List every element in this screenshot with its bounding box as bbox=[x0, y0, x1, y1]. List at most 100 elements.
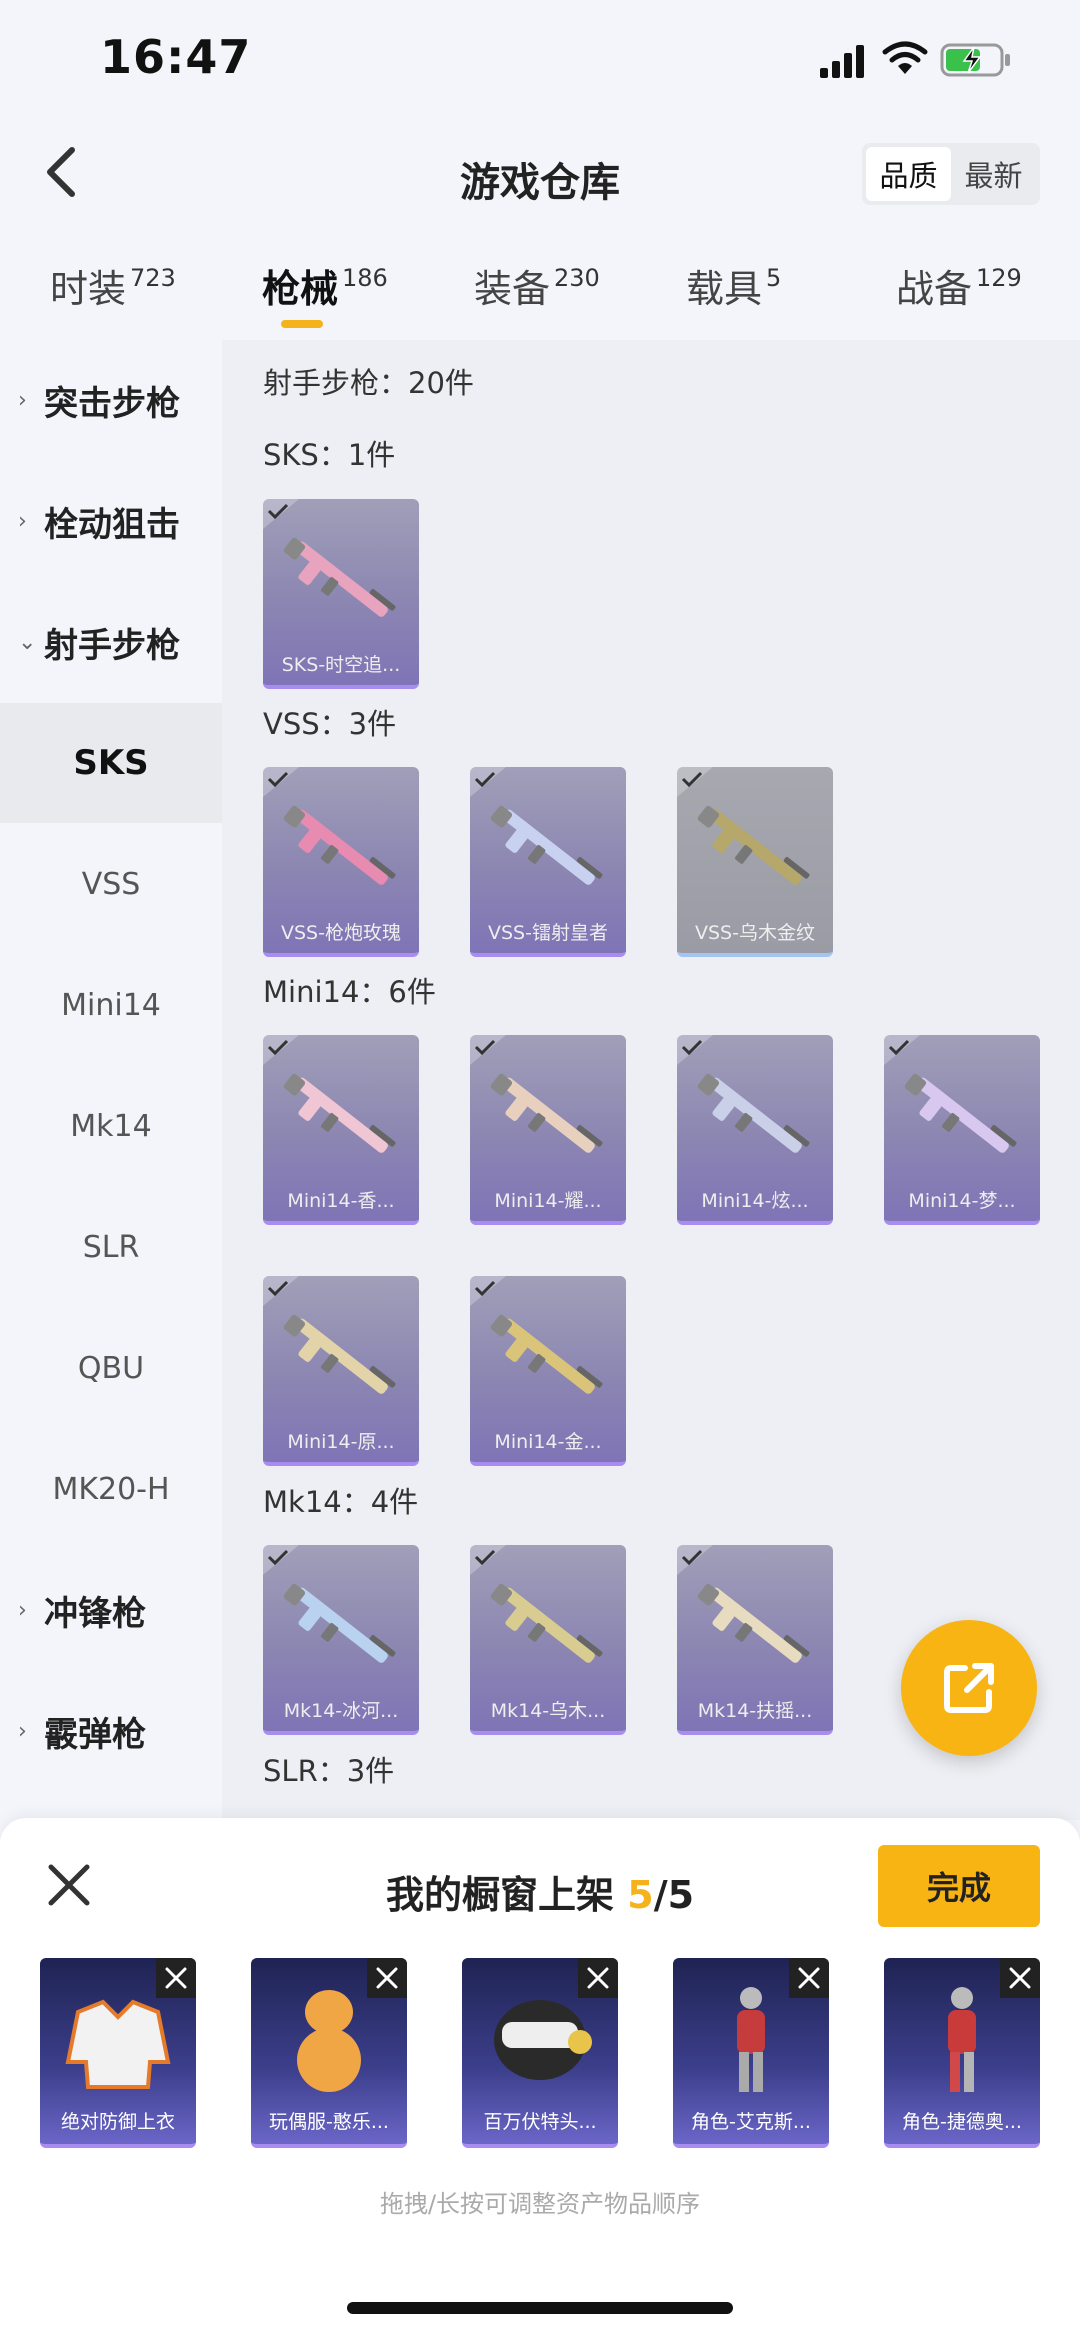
item-card[interactable]: Mk14-冰河... bbox=[263, 1545, 419, 1735]
sidebar-group-marksman-rifle[interactable]: ⌄ 射手步枪 bbox=[0, 582, 222, 702]
sidebar-group-assault-rifle[interactable]: › 突击步枪 bbox=[0, 340, 222, 460]
item-card[interactable]: Mk14-乌木... bbox=[470, 1545, 626, 1735]
showcase-item[interactable]: 百万伏特头... bbox=[462, 1958, 618, 2148]
sidebar-group-label: 栓动狙击 bbox=[44, 504, 180, 545]
remove-item-button[interactable] bbox=[1000, 1958, 1040, 1998]
share-fab-button[interactable] bbox=[901, 1620, 1037, 1756]
rifle-icon bbox=[283, 1314, 396, 1394]
sidebar-item-mini14[interactable]: Mini14 bbox=[0, 945, 222, 1065]
showcase-count: 5 bbox=[627, 1873, 654, 1917]
item-card[interactable]: Mini14-梦... bbox=[884, 1035, 1040, 1225]
item-name: Mk14-乌木... bbox=[490, 1700, 606, 1722]
section-label-mini14: Mini14：6件 bbox=[263, 975, 436, 1009]
sidebar-group-label: 霰弹枪 bbox=[44, 1714, 146, 1755]
tab-label: 载具 bbox=[686, 267, 763, 311]
item-thumbnail bbox=[494, 2000, 592, 2080]
item-name: VSS-镭射皇者 bbox=[488, 922, 608, 944]
rifle-icon bbox=[697, 805, 810, 885]
showcase-item[interactable]: 角色-捷德奥... bbox=[884, 1958, 1040, 2148]
wifi-icon bbox=[882, 41, 928, 74]
sidebar-group-shotgun[interactable]: › 霰弹枪 bbox=[0, 1671, 222, 1791]
item-card[interactable]: VSS-枪炮玫瑰 bbox=[263, 767, 419, 957]
item-thumbnail bbox=[297, 1990, 361, 2092]
item-card[interactable]: Mini14-耀... bbox=[470, 1035, 626, 1225]
section-label-slr: SLR：3件 bbox=[263, 1754, 395, 1788]
rifle-icon bbox=[697, 1583, 810, 1663]
showcase-item-name: 角色-艾克斯... bbox=[691, 2111, 811, 2133]
section-label-mk14: Mk14：4件 bbox=[263, 1485, 419, 1519]
sidebar-item-qbu[interactable]: QBU bbox=[0, 1308, 222, 1428]
sort-newest-button[interactable]: 最新 bbox=[951, 147, 1036, 201]
item-name: Mini14-香... bbox=[287, 1190, 395, 1212]
sidebar-item-vss[interactable]: VSS bbox=[0, 824, 222, 944]
item-card[interactable]: VSS-镭射皇者 bbox=[470, 767, 626, 957]
item-name: Mini14-原... bbox=[287, 1431, 395, 1453]
showcase-item-name: 玩偶服-憨乐... bbox=[269, 2111, 389, 2133]
sidebar-item-mk14[interactable]: Mk14 bbox=[0, 1066, 222, 1186]
item-card[interactable]: Mk14-扶摇... bbox=[677, 1545, 833, 1735]
rifle-icon bbox=[283, 537, 396, 617]
sidebar-group-bolt-sniper[interactable]: › 栓动狙击 bbox=[0, 461, 222, 581]
status-time: 16:47 bbox=[100, 30, 252, 84]
chevron-right-icon: › bbox=[18, 508, 27, 534]
tab-firearms[interactable]: 枪械 186 bbox=[262, 258, 388, 313]
active-tab-indicator bbox=[281, 320, 323, 328]
tab-label: 时装 bbox=[50, 267, 127, 311]
done-button[interactable]: 完成 bbox=[878, 1845, 1040, 1927]
rifle-icon bbox=[283, 1073, 396, 1153]
item-card[interactable]: Mini14-香... bbox=[263, 1035, 419, 1225]
close-icon bbox=[1009, 1967, 1031, 1989]
tab-count: 129 bbox=[976, 264, 1022, 292]
tab-vehicles[interactable]: 载具 5 bbox=[686, 258, 781, 313]
item-card[interactable]: Mini14-炫... bbox=[677, 1035, 833, 1225]
showcase-item-name: 角色-捷德奥... bbox=[902, 2111, 1022, 2133]
app-root: 16:47 游戏仓库 品质 最新 时装 723 枪械 186 装备 230 载具 5 bbox=[0, 0, 1080, 2337]
showcase-item[interactable]: 绝对防御上衣 bbox=[40, 1958, 196, 2148]
tab-battle-gear[interactable]: 战备 129 bbox=[896, 258, 1022, 313]
rifle-icon bbox=[490, 1583, 603, 1663]
battery-icon bbox=[940, 43, 1010, 77]
remove-item-button[interactable] bbox=[367, 1958, 407, 1998]
item-card[interactable]: Mini14-原... bbox=[263, 1276, 419, 1466]
section-label-sks: SKS：1件 bbox=[263, 438, 396, 472]
item-card[interactable]: SKS-时空追... bbox=[263, 499, 419, 689]
sort-quality-button[interactable]: 品质 bbox=[866, 147, 951, 201]
tab-label: 枪械 bbox=[262, 267, 339, 311]
sidebar-group-label: 冲锋枪 bbox=[44, 1593, 146, 1634]
sidebar-group-label: 突击步枪 bbox=[44, 383, 180, 424]
showcase-item[interactable]: 玩偶服-憨乐... bbox=[251, 1958, 407, 2148]
external-link-icon bbox=[944, 1663, 994, 1713]
category-summary: 射手步枪：20件 bbox=[263, 366, 474, 400]
tab-label: 装备 bbox=[474, 267, 551, 311]
close-icon bbox=[798, 1967, 820, 1989]
rifle-icon bbox=[490, 1314, 603, 1394]
remove-item-button[interactable] bbox=[156, 1958, 196, 1998]
rifle-icon bbox=[490, 805, 603, 885]
remove-item-button[interactable] bbox=[789, 1958, 829, 1998]
signal-icon bbox=[820, 45, 864, 78]
tab-count: 186 bbox=[342, 264, 388, 292]
item-name: VSS-乌木金纹 bbox=[695, 922, 815, 944]
item-card[interactable]: VSS-乌木金纹 bbox=[677, 767, 833, 957]
item-card[interactable]: Mini14-金... bbox=[470, 1276, 626, 1466]
sidebar-item-sks[interactable]: SKS bbox=[0, 703, 222, 823]
remove-item-button[interactable] bbox=[578, 1958, 618, 1998]
item-thumbnail bbox=[948, 1987, 976, 2092]
item-name: Mk14-冰河... bbox=[283, 1700, 399, 1722]
home-indicator bbox=[347, 2302, 733, 2314]
item-thumbnail bbox=[65, 1999, 171, 2089]
chevron-right-icon: › bbox=[18, 1718, 27, 1744]
rifle-icon bbox=[697, 1073, 810, 1153]
section-label-vss: VSS：3件 bbox=[263, 707, 397, 741]
tab-count: 5 bbox=[766, 264, 782, 292]
sidebar-group-label: 射手步枪 bbox=[44, 625, 180, 666]
showcase-item[interactable]: 角色-艾克斯... bbox=[673, 1958, 829, 2148]
sidebar-group-smg[interactable]: › 冲锋枪 bbox=[0, 1550, 222, 1670]
rifle-icon bbox=[490, 1073, 603, 1153]
sidebar-item-slr[interactable]: SLR bbox=[0, 1187, 222, 1307]
close-icon bbox=[587, 1967, 609, 1989]
sidebar-item-mk20h[interactable]: MK20-H bbox=[0, 1429, 222, 1549]
chevron-right-icon: › bbox=[18, 1597, 27, 1623]
tab-fashion[interactable]: 时装 723 bbox=[50, 258, 176, 313]
tab-equipment[interactable]: 装备 230 bbox=[474, 258, 600, 313]
